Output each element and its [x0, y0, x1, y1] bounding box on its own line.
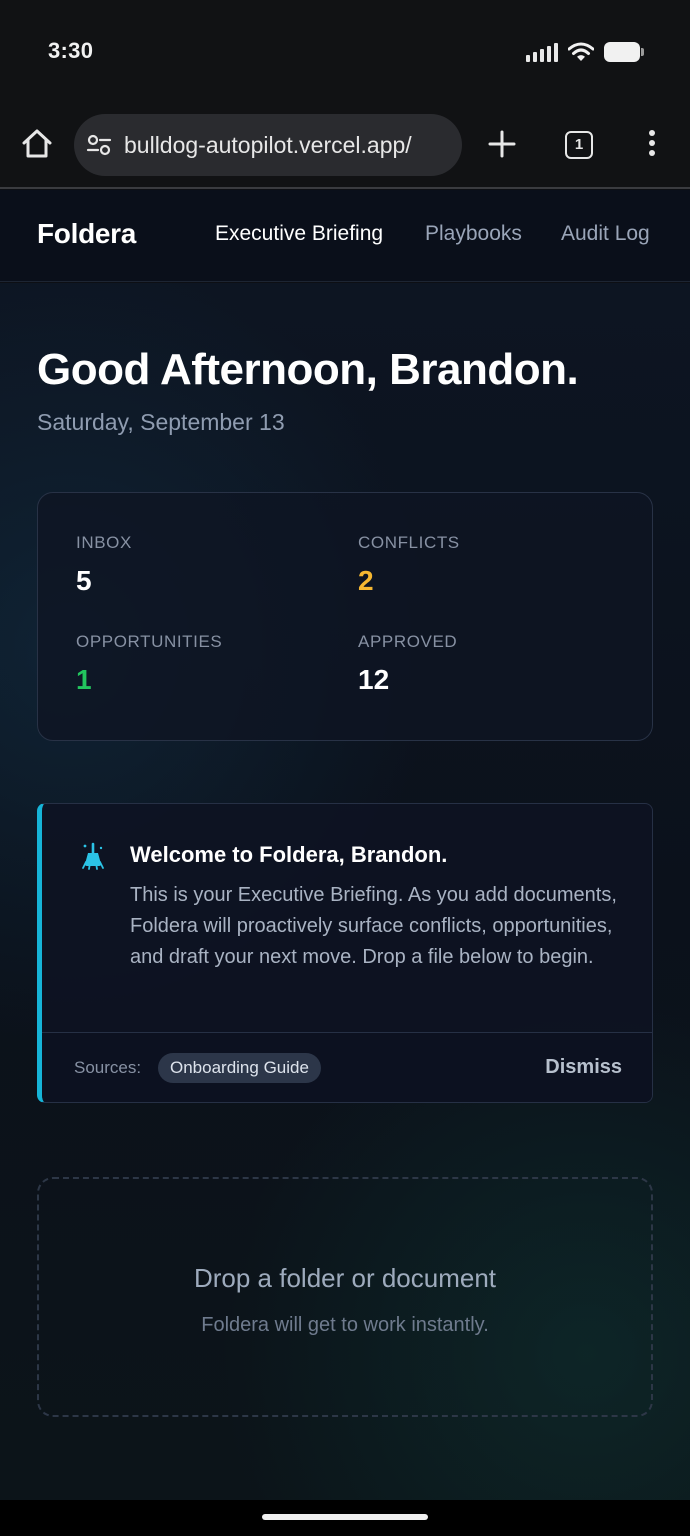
home-indicator[interactable] [262, 1514, 428, 1520]
stat-conflicts[interactable]: CONFLICTS 2 [358, 533, 598, 597]
welcome-body: This is your Executive Briefing. As you … [130, 884, 617, 968]
stat-label: OPPORTUNITIES [76, 632, 223, 651]
file-dropzone[interactable]: Drop a folder or document Foldera will g… [37, 1177, 653, 1417]
stat-value: 12 [358, 664, 390, 695]
welcome-card-footer: Sources: Onboarding Guide Dismiss [42, 1032, 652, 1102]
main-content: Good Afternoon, Brandon. Saturday, Septe… [0, 283, 690, 1500]
wifi-icon [568, 42, 594, 61]
browser-toolbar: bulldog-autopilot.vercel.app/ 1 [0, 100, 690, 189]
stat-value: 2 [358, 565, 374, 596]
stat-label: CONFLICTS [358, 533, 460, 552]
nav-playbooks[interactable]: Playbooks [425, 222, 522, 246]
current-date: Saturday, September 13 [37, 409, 285, 435]
more-menu-icon[interactable] [644, 130, 660, 160]
dropzone-subtitle: Foldera will get to work instantly. [201, 1314, 489, 1336]
dismiss-button[interactable]: Dismiss [545, 1056, 622, 1079]
stat-value: 1 [76, 664, 92, 695]
nav-executive-briefing[interactable]: Executive Briefing [215, 222, 383, 246]
battery-icon [604, 42, 644, 62]
sources-label: Sources: [74, 1058, 142, 1077]
stat-opportunities[interactable]: OPPORTUNITIES 1 [76, 632, 316, 696]
tab-switcher-button[interactable]: 1 [565, 131, 593, 159]
page-title: Good Afternoon, Brandon. [37, 345, 579, 394]
cellular-signal-icon [526, 42, 558, 62]
dropzone-title: Drop a folder or document [193, 1263, 497, 1293]
status-bar: 3:30 [0, 0, 690, 100]
source-chip[interactable]: Onboarding Guide [158, 1053, 321, 1083]
address-bar[interactable]: bulldog-autopilot.vercel.app/ [74, 114, 462, 176]
home-icon[interactable] [20, 127, 54, 161]
system-navigation-bar [0, 1500, 690, 1536]
welcome-briefing-card: Welcome to Foldera, Brandon. This is you… [37, 803, 653, 1103]
brand-logo[interactable]: Foldera [37, 218, 136, 250]
stat-value: 5 [76, 565, 92, 596]
url-text[interactable]: bulldog-autopilot.vercel.app/ [124, 132, 454, 159]
plus-icon[interactable] [486, 128, 518, 160]
app-header: Foldera Executive Briefing Playbooks Aud… [0, 190, 690, 282]
stat-inbox[interactable]: INBOX 5 [76, 533, 316, 597]
nav-audit-log[interactable]: Audit Log [561, 222, 650, 246]
stat-approved[interactable]: APPROVED 12 [358, 632, 598, 696]
stat-label: APPROVED [358, 632, 458, 651]
status-icons [526, 40, 644, 64]
site-settings-icon[interactable] [86, 133, 112, 157]
stats-card: INBOX 5 CONFLICTS 2 OPPORTUNITIES 1 APPR… [37, 492, 653, 741]
status-time: 3:30 [48, 38, 94, 63]
stat-label: INBOX [76, 533, 132, 552]
broom-icon [82, 842, 104, 870]
welcome-title: Welcome to Foldera, Brandon. [130, 842, 448, 867]
